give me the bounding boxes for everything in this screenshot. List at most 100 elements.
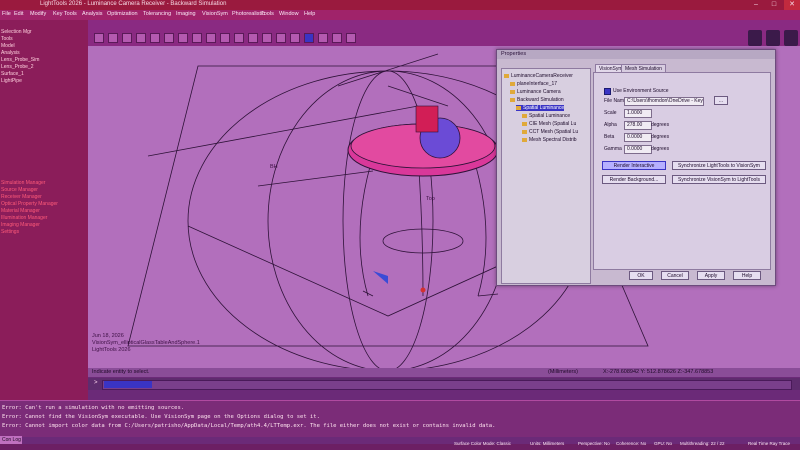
status-prompt: Indicate entity to select. [92,369,150,375]
render-background-button[interactable]: Render Background... [602,175,666,184]
tree-node-label: Backward Simulation [517,97,564,103]
mesh-icon [522,137,527,142]
menu-modify[interactable]: Modify [30,11,46,17]
sync-lighttools-button[interactable]: Synchronize LightTools to VisionSym [672,161,766,170]
tool-icon[interactable] [784,30,798,46]
toolbar-button[interactable] [318,33,328,43]
left-manager-item[interactable]: Optical Property Manager [1,201,58,207]
toolbar-button[interactable] [276,33,286,43]
command-input[interactable] [102,380,792,390]
left-tree-item[interactable]: Surface_1 [1,71,24,77]
left-tree-item[interactable]: Model [1,43,15,49]
menu-window[interactable]: Window [279,11,299,17]
tree-node-label: Luminance Camera [517,89,561,95]
toolbar-button[interactable] [150,33,160,43]
menu-help[interactable]: Help [304,11,315,17]
toolbar-button[interactable] [290,33,300,43]
tree-node[interactable]: CCT Mesh (Spatial Lu [522,129,578,135]
left-tree-item[interactable]: Tools [1,36,13,42]
menu-key-tools[interactable]: Key Tools [53,11,77,17]
property-tree: LuminanceCameraReceiver planeInterface_1… [501,68,591,284]
left-manager-item[interactable]: Source Manager [1,187,38,193]
mesh-icon [522,121,527,126]
folder-icon [510,89,515,94]
toolbar-button[interactable] [220,33,230,43]
left-manager-item[interactable]: Receiver Manager [1,194,42,200]
menu-bar: File Edit Modify Key Tools Analysis Opti… [0,10,800,20]
menu-analysis[interactable]: Analysis [82,11,102,17]
left-manager-item[interactable]: Simulation Manager [1,180,45,186]
tree-node[interactable]: Spatial Luminance [522,113,570,119]
left-tree-item[interactable]: LightPipe [1,78,22,84]
toolbar-button[interactable] [248,33,258,43]
tree-node[interactable]: LuminanceCameraReceiver [504,73,573,79]
environment-source-checkbox[interactable] [604,88,611,95]
menu-tools[interactable]: Tools [261,11,274,17]
toolbar-button[interactable] [94,33,104,43]
help-button[interactable]: Help [733,271,761,280]
command-selection [104,381,152,388]
left-manager-item[interactable]: Settings [1,229,19,235]
toolbar-button[interactable] [332,33,342,43]
console-line: Error: Cannot find the VisionSym executa… [2,414,320,420]
gamma-unit: degrees [651,146,670,152]
cancel-button[interactable]: Cancel [661,271,689,280]
zoom-icon[interactable] [766,30,780,46]
window-title: LightTools 2026 - Luminance Camera Recei… [40,1,227,7]
tree-node[interactable]: planeInterface_17 [510,81,557,87]
toolbar-button[interactable] [234,33,244,43]
alpha-field[interactable]: 278.00 [624,121,652,130]
menu-edit[interactable]: Edit [14,11,23,17]
toolbar-button-active[interactable] [304,33,314,43]
viewport-callout: BH [270,164,278,170]
close-icon[interactable]: ✕ [784,0,800,10]
render-interactive-button[interactable]: Render Interactive [602,161,666,170]
toolbar-button[interactable] [192,33,202,43]
menu-imaging[interactable]: Imaging [176,11,196,17]
left-manager-item[interactable]: Material Manager [1,208,40,214]
toolbar-button[interactable] [122,33,132,43]
tree-node[interactable]: CIE Mesh (Spatial Lu [522,121,576,127]
toolbar-button[interactable] [178,33,188,43]
console-log-tab[interactable]: Con Log [0,436,22,444]
scale-field[interactable]: 1.0000 [624,109,652,118]
menu-visionsym[interactable]: VisionSym [202,11,228,17]
left-manager-item[interactable]: Imaging Manager [1,222,40,228]
tree-node[interactable]: Backward Simulation [510,97,564,103]
scale-label: Scale [604,110,617,116]
toolbar-button[interactable] [262,33,272,43]
tree-node[interactable]: Luminance Camera [510,89,561,95]
beta-field[interactable]: 0.0000 [624,133,652,142]
apply-button[interactable]: Apply [697,271,725,280]
toolbar-button[interactable] [164,33,174,43]
toolbar-button[interactable] [206,33,216,43]
menu-file[interactable]: File [2,11,11,17]
toolbar-button[interactable] [136,33,146,43]
file-name-field[interactable]: C:\Users\fhomdon\OneDrive - Keys [624,97,704,106]
title-bar: LightTools 2026 - Luminance Camera Recei… [0,0,800,10]
sync-visionsym-button[interactable]: Synchronize VisionSym to LightTools [672,175,766,184]
tree-node[interactable]: Mesh Spectral Distrib [522,137,577,143]
ok-button[interactable]: OK [629,271,653,280]
receiver-icon[interactable] [748,30,762,46]
tree-node-selected[interactable]: Spatial Luminance [516,105,565,111]
left-tree-item[interactable]: Analysis [1,50,20,56]
gamma-field[interactable]: 0.0000 [624,145,652,154]
left-manager-item[interactable]: Illumination Manager [1,215,47,221]
left-panel: Selection Mgr Tools Model Analysis Lens_… [0,20,88,400]
viewport-date: Jun 18, 2026 [92,333,124,339]
left-tree-item[interactable]: Selection Mgr [1,29,32,35]
toolbar-button[interactable] [346,33,356,43]
left-tree-item[interactable]: Lens_Probe_2 [1,64,34,70]
beta-unit: degrees [651,134,670,140]
browse-button[interactable]: ... [714,96,728,105]
maximize-icon[interactable]: □ [766,0,782,10]
folder-icon [510,81,515,86]
dialog-title-bar[interactable]: Properties [497,50,775,59]
menu-tolerancing[interactable]: Tolerancing [143,11,171,17]
toolbar-button[interactable] [108,33,118,43]
beta-label: Beta [604,134,615,140]
menu-optimization[interactable]: Optimization [107,11,138,17]
left-tree-item[interactable]: Lens_Probe_Sim [1,57,39,63]
minimize-icon[interactable]: – [748,0,764,10]
